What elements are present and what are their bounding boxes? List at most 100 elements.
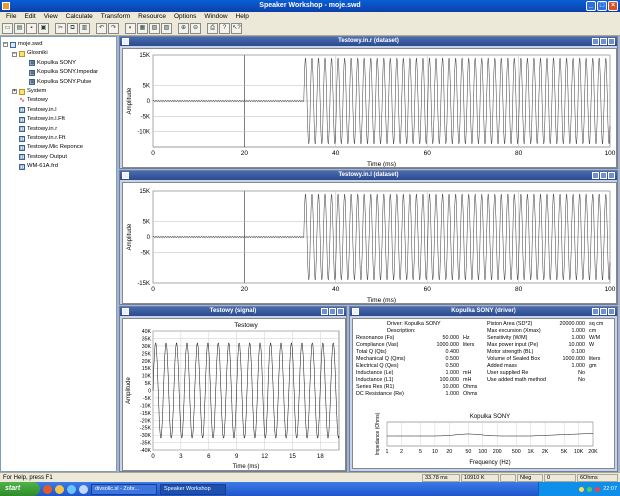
maximize-icon[interactable] <box>600 172 607 179</box>
menu-transform[interactable]: Transform <box>97 12 134 22</box>
menu-file[interactable]: File <box>2 12 20 22</box>
tree-item-driver-pulse[interactable]: ▦ Kopulka SONY.Pulse <box>3 78 114 87</box>
tray-icon[interactable] <box>579 486 585 492</box>
taskbar-item-speaker-workshop[interactable]: Speaker Workshop <box>160 483 226 495</box>
y-tick-label: 5K <box>143 220 150 226</box>
plot-area[interactable]: 0 20 40 60 80 100 15K 5K 0 -5K -10K Amplitude Time (… <box>122 48 617 168</box>
tree-item-driver-impedance[interactable]: ▦ Kopulka SONY.Impedar <box>3 68 114 77</box>
plot-area[interactable]: Testowy 40K 35K 30K 25K 20K 15K 10K 5K 0 -5K -10K -1… <box>122 318 346 471</box>
maximize-icon[interactable] <box>600 38 607 45</box>
new-file-icon[interactable]: ▭ <box>2 23 13 34</box>
y-tick-label: -15K <box>137 281 150 287</box>
menu-view[interactable]: View <box>40 12 62 22</box>
x-tick-label: 40 <box>332 286 340 293</box>
close-icon[interactable] <box>608 38 615 45</box>
redo-icon[interactable]: ↷ <box>108 23 119 34</box>
tree-item-dataset[interactable]: ◫ Testowy Output <box>3 153 114 162</box>
y-tick-label: -5K <box>141 114 150 120</box>
print-setup-icon[interactable]: ▣ <box>38 23 49 34</box>
collapse-icon[interactable]: − <box>12 51 17 57</box>
taskbar-item-image-viewer[interactable]: divsolic.sl - Zobr... <box>91 483 157 495</box>
dataset-icon: ◫ <box>19 126 25 133</box>
close-button[interactable]: × <box>608 1 618 11</box>
tray-icon[interactable] <box>595 486 601 492</box>
undo-icon[interactable]: ↶ <box>96 23 107 34</box>
context-help-icon[interactable]: ↖? <box>231 23 242 34</box>
close-icon[interactable] <box>608 308 615 315</box>
browser-icon[interactable] <box>43 484 52 494</box>
y-tick-label: -10K <box>140 403 151 409</box>
app-icon[interactable] <box>2 2 10 10</box>
y-tick-label: 40K <box>142 329 152 335</box>
minimize-icon[interactable] <box>592 308 599 315</box>
graph-icon[interactable]: ▧ <box>149 23 160 34</box>
tree-item-folder[interactable]: − Glosniki <box>3 49 114 58</box>
measure-icon[interactable]: ◐ <box>125 23 136 34</box>
plot-frame <box>386 421 594 447</box>
param-unit: liters <box>589 356 601 362</box>
save-icon[interactable]: ▪ <box>26 23 37 34</box>
plot-area[interactable]: 0 20 40 60 80 100 15K 5K 0 -5K -15K Amplitude Time (… <box>122 182 617 304</box>
maximize-icon[interactable] <box>329 308 336 315</box>
tree-item-dataset[interactable]: ◫ Testowy.in.l <box>3 106 114 115</box>
calculate-icon[interactable]: ▦ <box>137 23 148 34</box>
param-unit: W <box>589 342 595 348</box>
collapse-icon[interactable]: − <box>3 42 8 48</box>
maximize-button[interactable]: □ <box>597 1 607 11</box>
driver-window[interactable]: Kopulka SONY (driver) Driver: Kopulka SO… <box>349 306 618 472</box>
menu-edit[interactable]: Edit <box>20 12 39 22</box>
menu-calculate[interactable]: Calculate <box>62 12 97 22</box>
tray-icon[interactable] <box>587 486 593 492</box>
minimize-icon[interactable] <box>592 38 599 45</box>
param-label: Compliance (Vas) <box>356 342 399 348</box>
param-unit: cm <box>589 328 597 334</box>
y-tick-label: 0 <box>147 235 151 241</box>
zoom-in-icon[interactable]: ⊕ <box>178 23 189 34</box>
media-icon[interactable] <box>67 484 76 494</box>
minimize-button[interactable]: _ <box>586 1 596 11</box>
maximize-icon[interactable] <box>600 308 607 315</box>
clock: 22:07 <box>603 486 617 492</box>
tree-item-root[interactable]: − moje.swd <box>3 40 114 49</box>
dataset-window-right[interactable]: Testowy.in.r (dataset) 0 20 40 60 80 100 15K 5K… <box>119 36 618 169</box>
desktop-icon[interactable] <box>79 484 88 494</box>
close-icon[interactable] <box>608 172 615 179</box>
minimize-icon[interactable] <box>321 308 328 315</box>
start-button[interactable]: start <box>0 482 40 496</box>
menu-window[interactable]: Window <box>200 12 231 22</box>
x-tick-label: 10K <box>574 449 584 455</box>
tree-item-dataset[interactable]: ◫ Testowy.in.r <box>3 125 114 134</box>
tree-item-dataset[interactable]: ◫ Testowy.in.r.Fft <box>3 134 114 143</box>
panel-title: Testowy.in.r (dataset) <box>338 38 399 44</box>
cut-icon[interactable]: ✂ <box>55 23 66 34</box>
y-tick-label: 25K <box>142 351 152 357</box>
open-folder-icon[interactable]: ▤ <box>14 23 25 34</box>
zoom-out-icon[interactable]: ⊖ <box>190 23 201 34</box>
param-value: 10.000 <box>568 342 586 348</box>
close-icon[interactable] <box>337 308 344 315</box>
menu-options[interactable]: Options <box>170 12 200 22</box>
tree-item-system[interactable]: + System <box>3 87 114 96</box>
expand-icon[interactable]: + <box>12 89 17 95</box>
menu-help[interactable]: Help <box>232 12 253 22</box>
x-tick-label: 18 <box>317 454 324 460</box>
tree-item-dataset[interactable]: ◫ WM-61A.frd <box>3 162 114 171</box>
x-tick-label: 40 <box>332 150 340 157</box>
dataset-window-left[interactable]: Testowy.in.l (dataset) 0 20 40 60 80 100 15K 5K… <box>119 170 618 305</box>
minimize-icon[interactable] <box>592 172 599 179</box>
param-value: No <box>578 377 585 383</box>
driver-icon[interactable]: ▨ <box>161 23 172 34</box>
y-tick-label: -20K <box>140 418 151 424</box>
signal-window[interactable]: Testowy (signal) Testowy 40K 35K 30K 25K 20K 1… <box>119 306 347 472</box>
project-tree[interactable]: − moje.swd − Glosniki ▦ Kopulka SONY ▦ Kopul… <box>0 36 117 472</box>
folder-icon[interactable] <box>55 484 64 494</box>
copy-icon[interactable]: ⧉ <box>67 23 78 34</box>
tree-item-signal[interactable]: ∿ Testowy <box>3 96 114 105</box>
menu-resource[interactable]: Resource <box>134 12 170 22</box>
paste-icon[interactable]: ▥ <box>79 23 90 34</box>
tree-item-dataset[interactable]: ◫ Testowy.Mic Reponce <box>3 143 114 152</box>
help-icon[interactable]: ? <box>219 23 230 34</box>
tree-item-dataset[interactable]: ◫ Testowy.in.l.Fft <box>3 115 114 124</box>
tree-item-driver[interactable]: ▦ Kopulka SONY <box>3 59 114 68</box>
print-icon[interactable]: ⎙ <box>207 23 218 34</box>
